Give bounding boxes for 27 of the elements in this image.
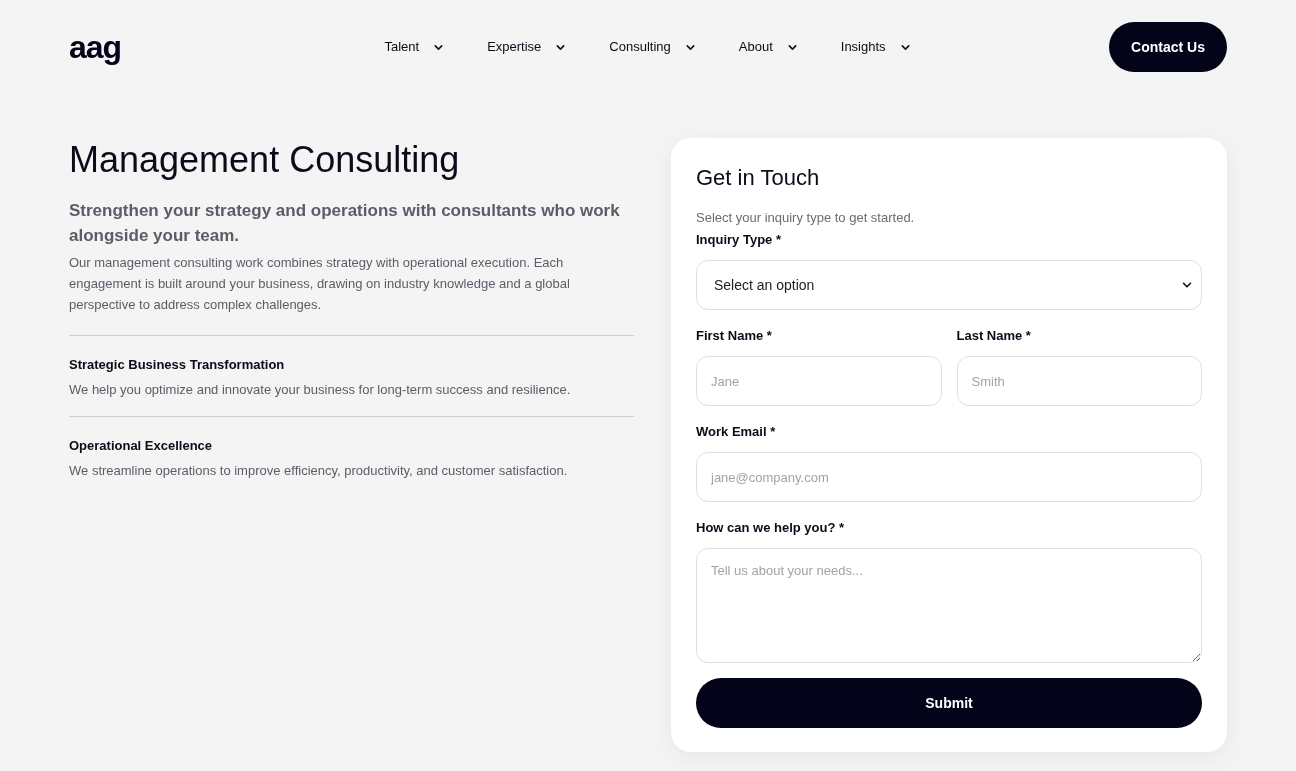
service-description: We help you optimize and innovate your business for long-term success and resilience. [69, 381, 572, 399]
input-field[interactable]: Jane [696, 356, 942, 406]
page-title: Management Consulting [69, 138, 461, 182]
field-label: First Name * [696, 327, 773, 345]
field-label: How can we help you? * [696, 519, 846, 537]
inquiry-type-dropdown[interactable]: Select an option [696, 260, 1202, 310]
form-title: Get in Touch [696, 164, 821, 192]
service-title: Operational Excellence [69, 437, 214, 455]
field-label: Inquiry Type * [696, 231, 782, 249]
page-subtitle: Strengthen your strategy and operations with consultants who work alongside your team. [69, 200, 621, 247]
nav-menu-item[interactable]: Expertise [487, 37, 568, 57]
form-hint: Select your inquiry type to get started. [696, 209, 916, 227]
nav-menu-item[interactable]: Talent [384, 37, 446, 57]
submit-button[interactable]: Submit [696, 678, 1202, 728]
nav-menu-item[interactable]: About [738, 37, 799, 57]
input-field[interactable]: jane@company.com [696, 452, 1202, 502]
contact-us-button[interactable]: Contact Us [1109, 22, 1227, 72]
nav-menu-item[interactable]: Consulting [609, 37, 697, 57]
field-label: Work Email * [696, 423, 777, 441]
logo[interactable]: aag [69, 29, 122, 65]
service-title: Strategic Business Transformation [69, 356, 286, 374]
field-label: Last Name * [956, 327, 1032, 345]
nav-menu-item[interactable]: Insights [840, 37, 912, 57]
service-description: We streamline operations to improve efficiency, productivity, and customer satisfaction. [69, 462, 569, 480]
message-field[interactable]: Tell us about your needs... [696, 548, 1202, 663]
input-field[interactable]: Smith [956, 356, 1202, 406]
intro-paragraph: Our management consulting work combines strategy with operational execution. Each engagement is built around your business, drawing on industry knowledge and a global perspective to address complex challenges. [69, 254, 571, 314]
